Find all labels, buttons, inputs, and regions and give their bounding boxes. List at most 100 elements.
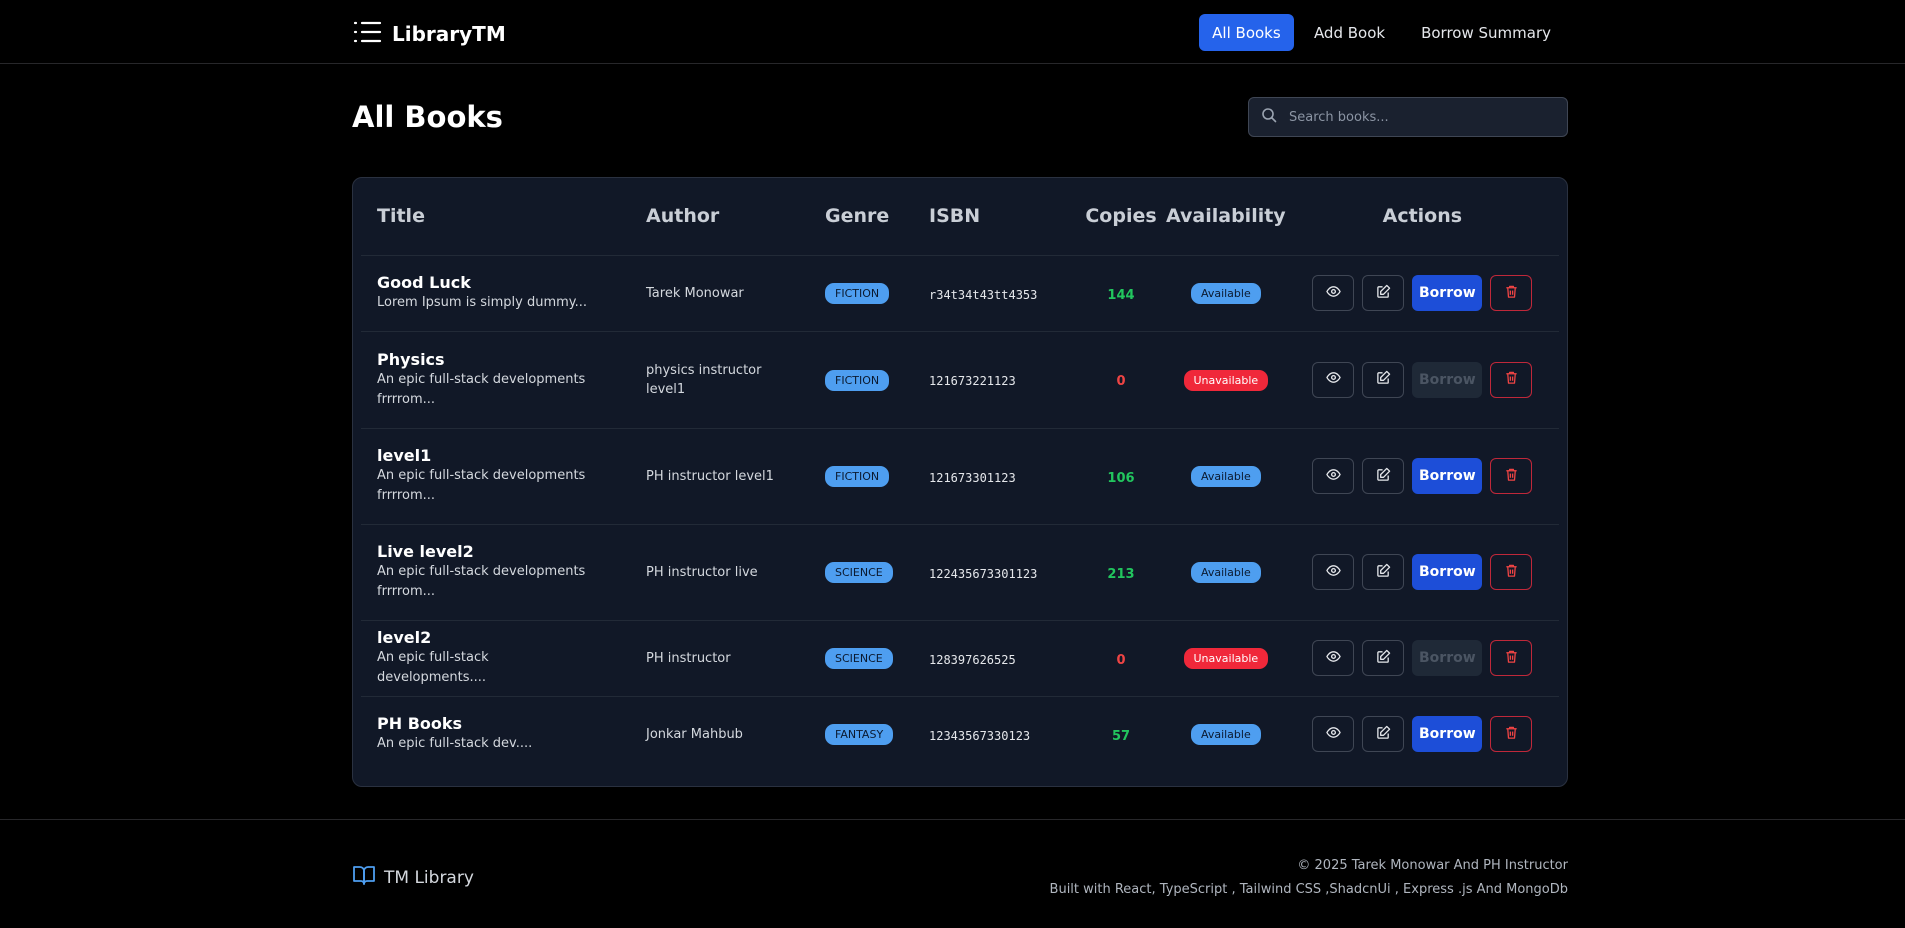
book-isbn: 121673301123	[929, 470, 1016, 485]
genre-badge: FANTASY	[825, 724, 894, 746]
cell-author: PH instructor live	[646, 524, 825, 621]
genre-badge: FICTION	[825, 369, 890, 391]
trash-icon	[1504, 467, 1519, 486]
book-isbn: 12343567330123	[929, 728, 1031, 743]
cell-author: PH instructor level1	[646, 428, 825, 525]
view-button[interactable]	[1312, 361, 1355, 398]
book-title: level2	[377, 628, 432, 647]
view-button[interactable]	[1312, 640, 1355, 676]
book-description: An epic full-stack developments frrrrom.…	[377, 371, 586, 407]
cell-isbn: 12343567330123	[929, 696, 1076, 772]
borrow-button[interactable]: Borrow	[1412, 716, 1483, 753]
eye-icon	[1326, 563, 1341, 582]
nav-links: All Books Add Book Borrow Summary	[1195, 14, 1567, 51]
genre-badge: SCIENCE	[825, 648, 893, 669]
book-title: Good Luck	[377, 273, 471, 292]
edit-button[interactable]	[1362, 361, 1405, 398]
column-header-genre: Genre	[825, 178, 929, 256]
search-input[interactable]	[1289, 109, 1559, 125]
book-author: physics instructor level1	[646, 362, 762, 397]
nav-all-books[interactable]: All Books	[1198, 14, 1294, 51]
brand-logo[interactable]: LibraryTM	[352, 19, 506, 49]
table-row: Good Luck Lorem Ipsum is simply dummy... T…	[361, 255, 1559, 332]
cell-actions: Borrow	[1285, 255, 1559, 332]
borrow-button: Borrow	[1412, 640, 1483, 676]
edit-button[interactable]	[1362, 458, 1405, 494]
book-description: Lorem Ipsum is simply dummy...	[377, 295, 588, 310]
cell-copies: 213	[1076, 524, 1166, 621]
book-author: PH instructor level1	[646, 468, 774, 484]
trash-icon	[1504, 563, 1519, 582]
cell-title: Physics An epic full-stack developments f…	[361, 331, 646, 429]
table-body: Good Luck Lorem Ipsum is simply dummy... T…	[361, 255, 1559, 772]
cell-actions: Borrow	[1286, 696, 1559, 772]
footer-brand-name: TM Library	[384, 867, 474, 888]
footer-brand[interactable]: TM Library	[352, 864, 474, 891]
cell-author: Jonkar Mahbub	[646, 696, 825, 772]
book-title: level1	[377, 446, 432, 465]
book-title: PH Books	[377, 714, 463, 734]
cell-copies: 0	[1076, 331, 1166, 429]
footer-credits: © 2025 Tarek Monowar And PH Instructor B…	[1050, 854, 1568, 902]
edit-icon	[1376, 649, 1391, 668]
edit-icon	[1376, 563, 1391, 582]
borrow-button[interactable]: Borrow	[1412, 554, 1483, 590]
delete-button[interactable]	[1490, 640, 1533, 676]
cell-author: Tarek Monowar	[646, 255, 825, 332]
cell-actions: Borrow	[1285, 620, 1559, 697]
view-button[interactable]	[1312, 554, 1355, 590]
footer-copyright: © 2025 Tarek Monowar And PH Instructor	[1297, 858, 1568, 873]
cell-genre: FANTASY	[825, 696, 929, 772]
nav-borrow-summary[interactable]: Borrow Summary	[1405, 14, 1567, 51]
cell-isbn: 122435673301123	[929, 524, 1076, 621]
edit-icon	[1376, 370, 1391, 389]
column-header-isbn: ISBN	[929, 178, 1076, 256]
table-row: Live level2 An epic full-stack developmen…	[361, 524, 1559, 621]
cell-availability: Available	[1166, 428, 1286, 525]
book-description: An epic full-stack developments....	[377, 650, 489, 685]
view-button[interactable]	[1312, 275, 1355, 311]
open-book-icon	[352, 864, 376, 891]
delete-button[interactable]	[1490, 361, 1533, 398]
search-box[interactable]	[1248, 97, 1568, 137]
cell-title: level2 An epic full-stack developments...…	[361, 620, 646, 697]
book-copies: 144	[1107, 287, 1135, 303]
edit-button[interactable]	[1362, 716, 1405, 753]
edit-button[interactable]	[1362, 554, 1405, 590]
book-copies: 0	[1116, 374, 1126, 389]
book-isbn: 128397626525	[929, 652, 1016, 667]
column-header-actions: Actions	[1285, 178, 1559, 256]
borrow-button[interactable]: Borrow	[1412, 275, 1483, 311]
cell-isbn: 121673221123	[929, 331, 1076, 429]
cell-copies: 106	[1076, 428, 1166, 525]
search-icon	[1261, 107, 1277, 127]
edit-icon	[1376, 284, 1391, 303]
cell-genre: SCIENCE	[825, 524, 929, 621]
delete-button[interactable]	[1490, 458, 1533, 494]
edit-button[interactable]	[1362, 275, 1405, 311]
row-actions: Borrow	[1286, 361, 1559, 398]
edit-button[interactable]	[1362, 640, 1405, 676]
books-table: Title Author Genre ISBN Copies Availabil…	[361, 178, 1559, 772]
cell-genre: FICTION	[825, 255, 929, 332]
cell-availability: Available	[1166, 255, 1286, 332]
delete-button[interactable]	[1490, 554, 1533, 590]
book-description: An epic full-stack developments frrrrom.…	[377, 468, 586, 503]
borrow-button: Borrow	[1412, 361, 1483, 398]
delete-button[interactable]	[1490, 716, 1533, 753]
book-title: Physics	[377, 349, 445, 369]
view-button[interactable]	[1312, 458, 1355, 494]
cell-title: Good Luck Lorem Ipsum is simply dummy...	[361, 255, 646, 332]
eye-icon	[1326, 725, 1341, 744]
delete-button[interactable]	[1490, 275, 1533, 311]
view-button[interactable]	[1312, 716, 1355, 753]
nav-add-book[interactable]: Add Book	[1298, 14, 1401, 51]
availability-badge: Available	[1190, 283, 1261, 304]
column-header-title: Title	[361, 178, 646, 256]
availability-badge: Available	[1190, 466, 1261, 487]
borrow-button[interactable]: Borrow	[1412, 458, 1483, 494]
eye-icon	[1326, 467, 1341, 486]
book-copies: 106	[1107, 470, 1135, 486]
cell-actions: Borrow	[1285, 331, 1559, 429]
eye-icon	[1326, 370, 1341, 389]
